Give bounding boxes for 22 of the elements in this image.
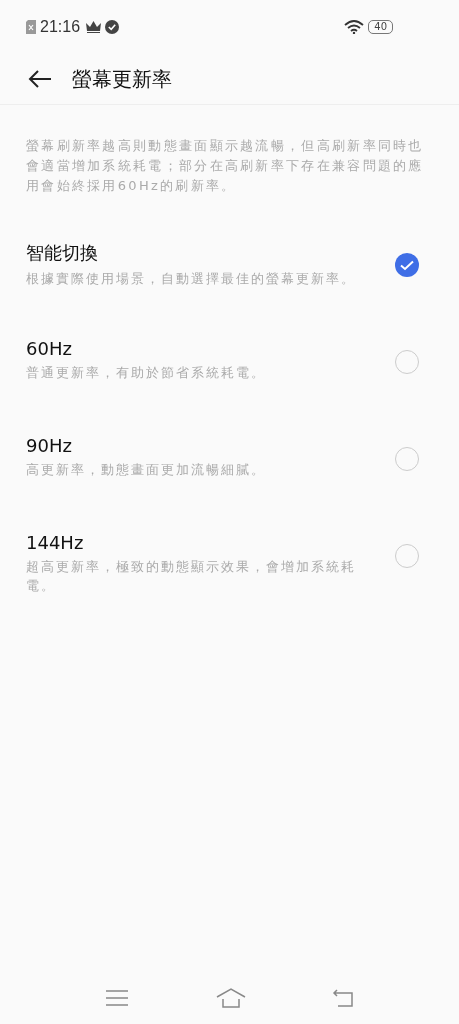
back-button[interactable] bbox=[28, 69, 52, 89]
crown-icon bbox=[86, 21, 102, 33]
option-description: 高更新率，動態畫面更加流暢細膩。 bbox=[26, 461, 267, 479]
verified-icon bbox=[105, 20, 120, 34]
option-description: 超高更新率，極致的動態顯示效果，會增加系統耗電。 bbox=[26, 558, 357, 595]
sim-icon bbox=[26, 20, 36, 34]
home-button[interactable] bbox=[215, 988, 246, 1008]
status-time: 21:16 bbox=[40, 18, 81, 36]
menu-button[interactable] bbox=[105, 990, 129, 1006]
option-title: 90Hz bbox=[26, 435, 73, 456]
option-description: 普通更新率，有助於節省系統耗電。 bbox=[26, 364, 267, 382]
check-icon bbox=[400, 259, 414, 271]
option-description: 根據實際使用場景，自動選擇最佳的螢幕更新率。 bbox=[26, 270, 357, 288]
description-text: 螢幕刷新率越高則動態畫面顯示越流暢，但高刷新率同時也會適當增加系統耗電；部分在高刷新率下存在兼容問題的應用會始終採用60Hz的刷新率。 bbox=[26, 137, 425, 195]
back-nav-button[interactable] bbox=[332, 989, 354, 1007]
battery-icon: 40 bbox=[368, 20, 393, 34]
wifi-icon bbox=[344, 20, 365, 34]
option-title: 144Hz bbox=[26, 532, 85, 553]
option-title: 智能切換 bbox=[26, 241, 99, 265]
page-title: 螢幕更新率 bbox=[72, 65, 172, 93]
radio-button[interactable] bbox=[395, 253, 419, 277]
option-title: 60Hz bbox=[26, 338, 73, 359]
